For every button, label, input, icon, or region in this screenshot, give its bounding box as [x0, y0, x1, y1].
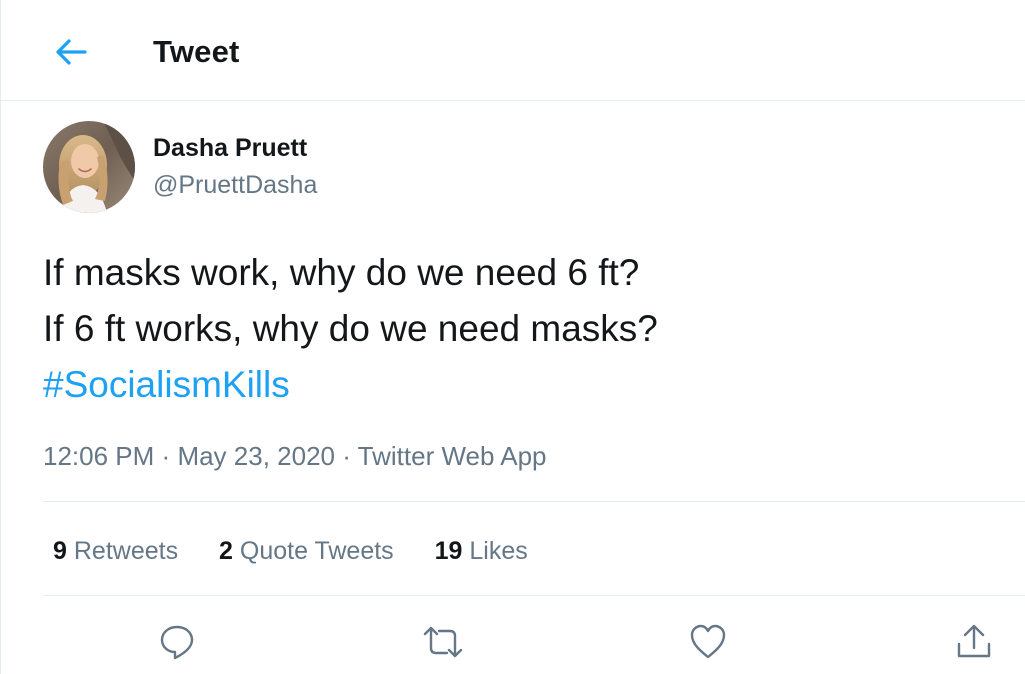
share-icon [957, 624, 991, 658]
back-button[interactable] [53, 36, 89, 68]
avatar[interactable] [43, 121, 135, 213]
retweets-label: Retweets [73, 537, 179, 565]
meta-separator: · [161, 441, 171, 471]
retweets-stat[interactable]: 9 Retweets [53, 535, 178, 567]
tweet-text: If masks work, why do we need 6 ft? If 6… [43, 245, 658, 413]
like-button[interactable] [688, 622, 728, 662]
page-header: Tweet [1, 0, 1025, 101]
quote-tweets-count: 2 [219, 537, 233, 565]
tweet-time[interactable]: 12:06 PM [43, 441, 154, 471]
page-title: Tweet [153, 34, 240, 69]
tweet-line: If masks work, why do we need 6 ft? [43, 252, 640, 293]
like-icon [690, 624, 726, 659]
divider [43, 595, 1025, 596]
divider [43, 501, 1025, 502]
author-name[interactable]: Dasha Pruett [153, 133, 307, 163]
tweet-line: If 6 ft works, why do we need masks? [43, 308, 658, 349]
quote-tweets-stat[interactable]: 2 Quote Tweets [219, 535, 394, 567]
hashtag-link[interactable]: #SocialismKills [43, 357, 658, 413]
meta-separator: · [342, 441, 351, 471]
tweet-source[interactable]: Twitter Web App [358, 441, 547, 471]
retweet-button[interactable] [421, 622, 463, 662]
likes-stat[interactable]: 19 Likes [435, 535, 528, 567]
tweet-meta: 12:06 PM · May 23, 2020 · Twitter Web Ap… [43, 440, 547, 472]
reply-icon [160, 625, 194, 660]
arrow-left-icon [56, 39, 87, 65]
retweet-icon [423, 626, 463, 658]
share-button[interactable] [954, 622, 994, 662]
quote-tweets-label: Quote Tweets [239, 537, 394, 565]
tweet-page: Tweet Dasha Pruett @PruettDasha If masks… [0, 0, 1025, 674]
tweet-date[interactable]: May 23, 2020 [177, 441, 335, 471]
likes-count: 19 [434, 537, 463, 565]
author-handle[interactable]: @PruettDasha [153, 170, 317, 200]
tweet-stats: 9 Retweets 2 Quote Tweets 19 Likes [53, 535, 562, 567]
likes-label: Likes [469, 537, 528, 565]
reply-button[interactable] [157, 622, 197, 662]
retweets-count: 9 [53, 537, 67, 565]
